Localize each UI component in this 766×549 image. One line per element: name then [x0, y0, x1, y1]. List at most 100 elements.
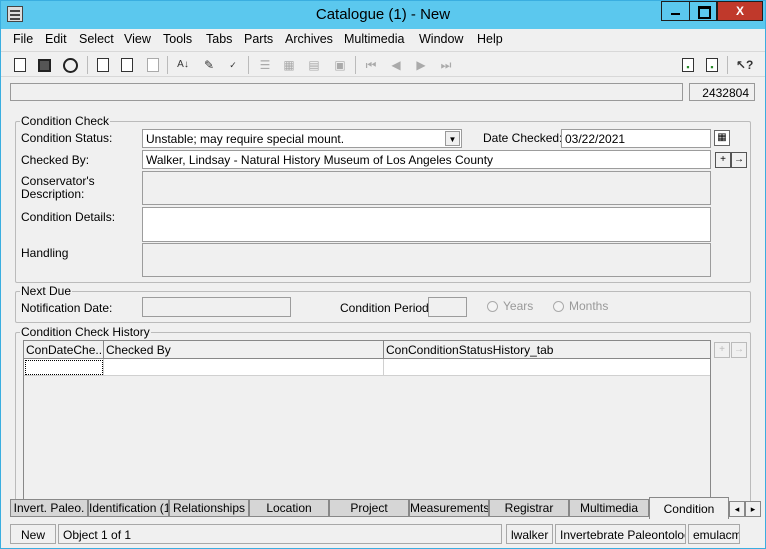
tab-relationships[interactable]: Relationships [169, 499, 249, 517]
tab-condition[interactable]: Condition [649, 497, 729, 519]
contact-sheet-icon[interactable]: ▣ [332, 57, 348, 73]
menu-view[interactable]: View [124, 32, 151, 46]
status-mode: New [10, 524, 56, 544]
conservators-description-field[interactable] [142, 171, 711, 205]
checked-by-field[interactable]: Walker, Lindsay - Natural History Museum… [142, 150, 711, 169]
menu-help[interactable]: Help [477, 32, 503, 46]
minimize-button[interactable] [661, 1, 689, 21]
checked-by-label: Checked By: [21, 153, 90, 167]
menu-archives[interactable]: Archives [285, 32, 333, 46]
menu-select[interactable]: Select [79, 32, 114, 46]
tab-invert-paleo[interactable]: Invert. Paleo. [10, 499, 88, 517]
condition-check-legend: Condition Check [21, 114, 110, 128]
table-cell[interactable] [24, 359, 104, 376]
table-row[interactable] [24, 359, 710, 376]
condition-period-field[interactable] [428, 297, 467, 317]
list-view-icon[interactable]: ☰ [257, 57, 273, 73]
tab-multimedia[interactable]: Multimedia [569, 499, 649, 517]
status-bar: New Object 1 of 1 lwalker Invertebrate P… [1, 523, 765, 547]
calendar-icon[interactable]: ▦ [714, 130, 730, 146]
tab-location[interactable]: Location [249, 499, 329, 517]
last-record-icon[interactable]: ⏭ [438, 57, 454, 73]
help-pointer-icon[interactable]: ↖? [736, 57, 753, 73]
column-header-date[interactable]: ConDateChe... [24, 341, 104, 359]
view-history-icon[interactable]: → [731, 342, 747, 358]
status-user: lwalker [506, 524, 553, 544]
condition-status-value: Unstable; may require special mount. [146, 132, 345, 146]
date-checked-field[interactable]: 03/22/2021 [561, 129, 711, 148]
status-object: Object 1 of 1 [58, 524, 502, 544]
edit-icon[interactable]: ✎ [201, 57, 217, 73]
conservators-label-line2: Description: [21, 187, 85, 201]
menu-multimedia[interactable]: Multimedia [344, 32, 404, 46]
menu-file[interactable]: File [13, 32, 33, 46]
menu-tabs[interactable]: Tabs [206, 32, 232, 46]
maximize-button[interactable] [689, 1, 717, 21]
show-all-icon[interactable] [97, 58, 109, 72]
years-label: Years [503, 299, 534, 313]
grid-view-icon[interactable]: ▦ [281, 57, 297, 73]
years-radio[interactable] [487, 301, 498, 312]
menu-bar: File Edit Select View Tools Tabs Parts A… [1, 29, 765, 49]
notification-date-label: Notification Date: [21, 301, 113, 315]
menu-edit[interactable]: Edit [45, 32, 67, 46]
record-id: 2432804 [689, 83, 755, 101]
date-checked-label: Date Checked: [483, 131, 563, 145]
tab-measurements[interactable]: Measurements [409, 499, 489, 517]
tab-registrar[interactable]: Registrar [489, 499, 569, 517]
handling-label: Handling [21, 246, 69, 260]
condition-status-label: Condition Status: [21, 131, 113, 145]
window-title: Catalogue (1) - New [315, 6, 451, 23]
first-record-icon[interactable]: ⏮ [363, 57, 379, 73]
column-header-checked-by[interactable]: Checked By [104, 341, 384, 359]
next-due-legend: Next Due [21, 284, 72, 298]
condition-details-field[interactable] [142, 207, 711, 242]
previous-record-icon[interactable]: ◀ [388, 57, 404, 73]
tab-project[interactable]: Project [329, 499, 409, 517]
record-summary-row: 2432804 [1, 81, 765, 105]
next-record-icon[interactable]: ▶ [413, 57, 429, 73]
view-attached-icon[interactable]: → [731, 152, 747, 168]
delete-icon[interactable] [121, 58, 133, 72]
catalogue-window: Catalogue (1) - New X File Edit Select V… [0, 0, 766, 549]
toolbar: A↓ ✎ ✓ ☰ ▦ ▤ ▣ ⏮ ◀ ▶ ⏭ ▪ ▪ ↖? [1, 51, 765, 77]
status-department: Invertebrate Paleontology [555, 524, 686, 544]
condition-history-legend: Condition Check History [21, 325, 150, 339]
spell-check-icon[interactable]: ✓ [225, 57, 241, 73]
close-button[interactable]: X [717, 1, 763, 21]
multi-report-icon[interactable]: ▪ [706, 58, 718, 72]
tab-scroll-left-icon[interactable]: ◂ [729, 501, 745, 517]
save-icon[interactable] [38, 59, 51, 72]
copy-icon[interactable] [147, 58, 159, 72]
condition-period-label: Condition Period: [340, 301, 433, 315]
conservators-description-label: Conservator's Description: [21, 175, 95, 201]
title-bar: Catalogue (1) - New X [1, 1, 765, 29]
attach-history-icon[interactable]: + [714, 342, 730, 358]
table-header: ConDateChe... Checked By ConConditionSta… [24, 341, 710, 359]
months-label: Months [569, 299, 609, 313]
handling-field[interactable] [142, 243, 711, 277]
status-host: emulacm [688, 524, 740, 544]
condition-status-select[interactable]: Unstable; may require special mount. ▼ [142, 129, 462, 148]
sort-icon[interactable]: A↓ [175, 57, 191, 73]
attach-icon[interactable]: + [715, 152, 731, 168]
menu-window[interactable]: Window [419, 32, 463, 46]
tab-identification[interactable]: Identification (1) [88, 499, 169, 517]
table-cell[interactable] [104, 359, 384, 376]
condition-details-label: Condition Details: [21, 210, 116, 224]
page-view-icon[interactable]: ▤ [306, 57, 322, 73]
column-header-status[interactable]: ConConditionStatusHistory_tab [384, 341, 710, 359]
new-document-icon[interactable] [14, 58, 26, 72]
report-icon[interactable]: ▪ [682, 58, 694, 72]
notification-date-field[interactable] [142, 297, 291, 317]
tab-scroll-right-icon[interactable]: ▸ [745, 501, 761, 517]
menu-parts[interactable]: Parts [244, 32, 273, 46]
chevron-down-icon[interactable]: ▼ [445, 131, 460, 146]
tab-strip: Invert. Paleo. Identification (1) Relati… [1, 497, 765, 520]
months-radio[interactable] [553, 301, 564, 312]
cancel-icon[interactable] [63, 58, 78, 73]
record-summary-bar [10, 83, 683, 101]
menu-tools[interactable]: Tools [163, 32, 192, 46]
condition-history-table[interactable]: ConDateChe... Checked By ConConditionSta… [23, 340, 711, 509]
table-cell[interactable] [384, 359, 710, 376]
